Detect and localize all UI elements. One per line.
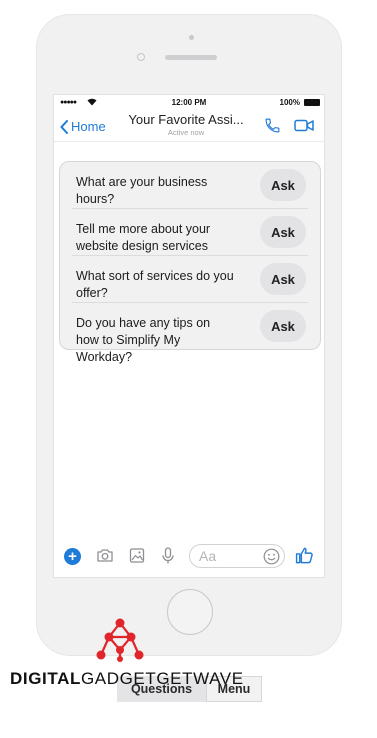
- question-row: Tell me more about your website design s…: [72, 209, 308, 256]
- question-text: What are your business hours?: [76, 175, 208, 206]
- camera-icon[interactable]: [96, 547, 114, 564]
- ask-button[interactable]: Ask: [260, 216, 306, 248]
- chat-header: Home Your Favorite Assi... Active now: [54, 111, 324, 142]
- battery-percent: 100%: [279, 98, 300, 107]
- back-button[interactable]: Home: [60, 119, 106, 134]
- chevron-left-icon: [60, 119, 68, 134]
- phone-call-icon[interactable]: [264, 117, 281, 134]
- ask-button[interactable]: Ask: [260, 169, 306, 201]
- question-row: What sort of services do you offer? Ask: [72, 256, 308, 303]
- watermark-word-1: DIGITAL: [10, 669, 81, 688]
- ask-button[interactable]: Ask: [260, 310, 306, 342]
- watermark-text: DIGITALGADGETGETWAVE: [10, 669, 244, 689]
- question-text: Tell me more about your website design s…: [76, 222, 211, 253]
- home-button[interactable]: [167, 589, 213, 635]
- question-row: Do you have any tips on how to Simplify …: [72, 303, 308, 364]
- question-text: Do you have any tips on how to Simplify …: [76, 316, 211, 364]
- emoji-icon[interactable]: [263, 548, 280, 565]
- message-composer: + Aa: [54, 541, 324, 571]
- thumbs-up-icon[interactable]: [295, 546, 314, 565]
- chat-title: Your Favorite Assi...: [128, 112, 244, 127]
- messenger-screen: ●●●●● 12:00 PM 100% Home Your Favorite A…: [53, 94, 325, 578]
- front-camera: [137, 53, 145, 61]
- video-call-icon[interactable]: [294, 119, 314, 132]
- back-label: Home: [71, 119, 106, 134]
- microphone-icon[interactable]: [161, 547, 175, 565]
- earpiece-speaker: [165, 55, 217, 60]
- question-row: What are your business hours? Ask: [72, 162, 308, 209]
- gallery-icon[interactable]: [129, 547, 145, 564]
- question-text: What sort of services do you offer?: [76, 269, 234, 300]
- watermark-logo-icon: [96, 618, 144, 662]
- watermark-word-2: GADGETGETWAVE: [80, 669, 244, 688]
- battery-icon: [304, 99, 320, 106]
- chat-subtitle: Active now: [167, 128, 205, 137]
- camera-dot: [189, 35, 194, 40]
- status-bar: ●●●●● 12:00 PM 100%: [54, 95, 324, 111]
- add-button[interactable]: +: [64, 548, 81, 565]
- quick-questions-card: What are your business hours? Ask Tell m…: [59, 161, 321, 364]
- ask-button[interactable]: Ask: [260, 263, 306, 295]
